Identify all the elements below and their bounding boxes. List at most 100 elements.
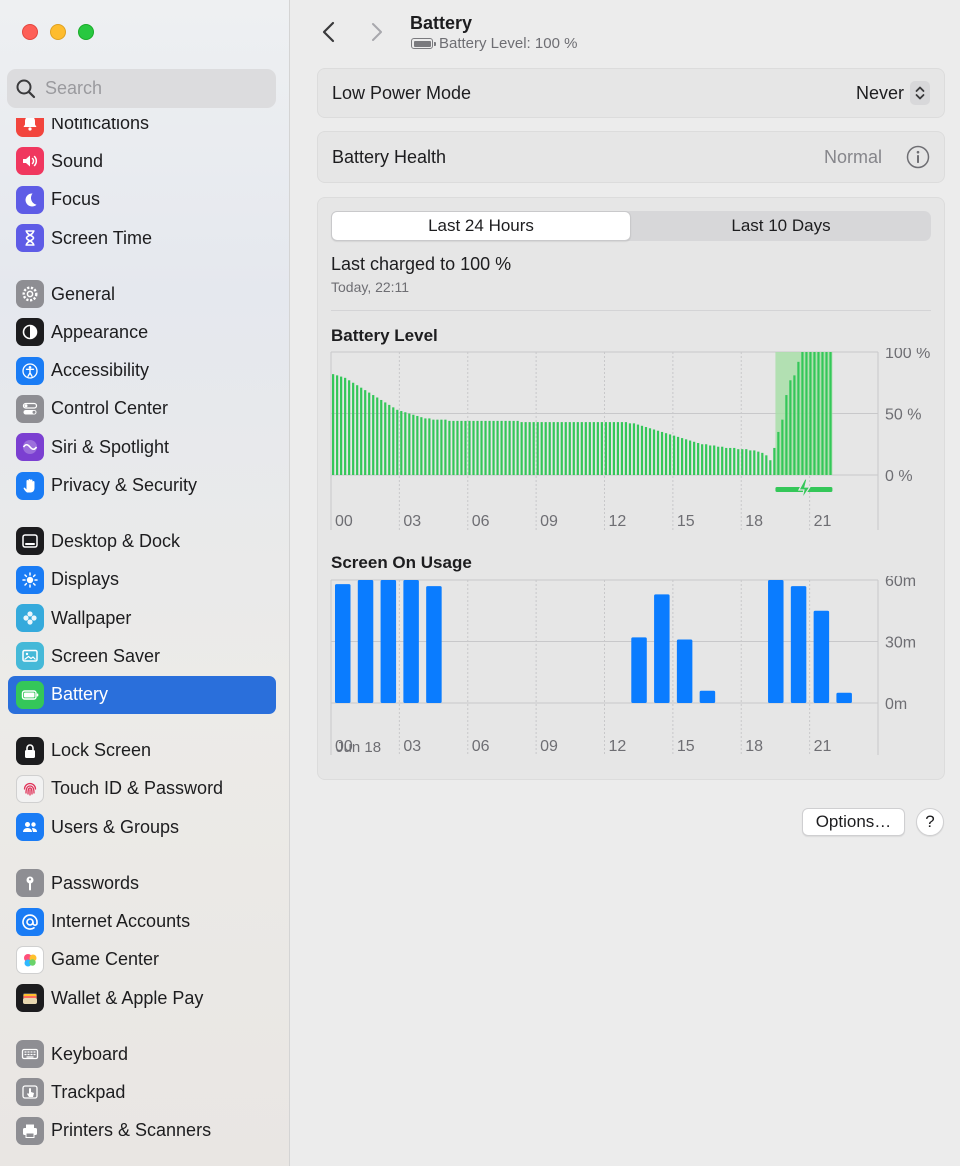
battery-chart-y-tick-label: 100 % [885, 348, 930, 362]
battery-level-bar [528, 422, 531, 475]
battery-level-bar [721, 446, 724, 475]
sidebar-item-touch-id-and-password[interactable]: Touch ID & Password [8, 770, 276, 808]
battery-chart-x-tick-label: 18 [745, 513, 763, 530]
battery-level-bar [588, 422, 591, 475]
battery-level-bar [500, 420, 503, 475]
sidebar-item-displays[interactable]: Displays [8, 561, 276, 599]
minimize-window-button[interactable] [50, 24, 66, 40]
screen-usage-bar [813, 610, 830, 703]
battery-level-bar [560, 422, 563, 475]
battery-level-bar [729, 447, 732, 475]
sidebar-item-desktop-and-dock[interactable]: Desktop & Dock [8, 522, 276, 560]
back-chevron-icon[interactable] [319, 20, 339, 44]
battery-level-bar [412, 414, 415, 475]
gear-icon [16, 280, 44, 309]
sidebar-item-wallpaper[interactable]: Wallpaper [8, 599, 276, 637]
battery-level-text: Battery Level: 100 % [439, 35, 578, 52]
battery-level-bar [689, 440, 692, 475]
sidebar-item-users-and-groups[interactable]: Users & Groups [8, 808, 276, 846]
battery-health-row: Battery Health Normal [317, 131, 945, 183]
zoom-window-button[interactable] [78, 24, 94, 40]
battery-level-bar [472, 420, 475, 475]
sidebar-item-general[interactable]: General [8, 275, 276, 313]
sidebar-item-keyboard[interactable]: Keyboard [8, 1035, 276, 1073]
tab-last-24-hours[interactable]: Last 24 Hours [331, 211, 631, 241]
close-window-button[interactable] [22, 24, 38, 40]
battery-level-bar [676, 436, 680, 475]
battery-level-bar [805, 352, 808, 475]
sidebar-item-label: Printers & Scanners [51, 1120, 212, 1141]
lock-icon [16, 736, 44, 765]
sidebar-item-battery[interactable]: Battery [8, 675, 276, 714]
sidebar-item-appearance[interactable]: Appearance [8, 313, 276, 351]
sidebar-item-label: Wallpaper [51, 607, 132, 628]
forward-chevron-icon[interactable] [367, 20, 387, 44]
users-icon [16, 813, 44, 842]
battery-level-bar [552, 422, 555, 475]
battery-health-value: Normal [823, 146, 882, 167]
battery-level-bar [576, 422, 579, 475]
help-button[interactable]: ? [916, 808, 944, 836]
battery-level-bar [340, 376, 343, 475]
battery-level-bar [356, 385, 359, 475]
battery-level-bar [460, 420, 463, 475]
battery-level-bar [749, 450, 752, 475]
tab-last-10-days[interactable]: Last 10 Days [631, 211, 931, 241]
sidebar-item-lock-screen[interactable]: Lock Screen [8, 732, 276, 770]
moon-icon [16, 185, 44, 214]
dock-icon [16, 527, 44, 556]
battery-level-bar [388, 404, 391, 475]
sidebar-item-sound[interactable]: Sound [8, 142, 276, 180]
page-title: Battery [410, 13, 473, 33]
question-mark-icon: ? [925, 812, 935, 831]
battery-level-chart-title: Battery Level [331, 326, 438, 345]
sidebar-item-control-center[interactable]: Control Center [8, 390, 276, 428]
battery-level-bar [456, 420, 459, 475]
battery-level-bar [640, 425, 644, 475]
sidebar-item-privacy-and-security[interactable]: Privacy & Security [8, 466, 276, 504]
divider [331, 310, 931, 311]
sidebar-item-accessibility[interactable]: Accessibility [8, 351, 276, 389]
sidebar-item-wallet-and-apple-pay[interactable]: Wallet & Apple Pay [8, 979, 276, 1017]
search-input[interactable] [45, 78, 265, 99]
battery-level-bar [753, 450, 756, 475]
sidebar-item-siri-and-spotlight[interactable]: Siri & Spotlight [8, 428, 276, 466]
sidebar-item-trackpad[interactable]: Trackpad [8, 1073, 276, 1111]
battery-level-bar [709, 445, 712, 475]
usage-chart-y-tick-label: 30m [885, 635, 916, 652]
screen-usage-bar [403, 580, 419, 703]
sidebar-item-passwords[interactable]: Passwords [8, 864, 276, 902]
options-button[interactable]: Options… [802, 808, 905, 836]
battery-level-bar [785, 395, 788, 475]
battery-level-bar [777, 431, 780, 475]
sidebar-item-screen-time[interactable]: Screen Time [8, 219, 276, 257]
battery-level-bar [536, 422, 539, 475]
sidebar-item-printers-and-scanners[interactable]: Printers & Scanners [8, 1112, 276, 1150]
low-power-mode-popup[interactable]: Never [856, 81, 930, 105]
battery-chart-x-tick-label: 21 [814, 513, 832, 530]
battery-level-bar [424, 418, 427, 475]
sidebar-item-focus[interactable]: Focus [8, 181, 276, 219]
search-field[interactable] [7, 69, 276, 108]
wallet-icon [16, 984, 44, 1013]
keyboard-icon [16, 1040, 44, 1069]
sidebar-item-internet-accounts[interactable]: Internet Accounts [8, 902, 276, 940]
info-icon[interactable] [906, 145, 930, 169]
sidebar-item-label: Appearance [51, 321, 149, 342]
trackpad-icon [16, 1078, 44, 1107]
usage-chart-x-tick-label: 21 [814, 738, 832, 755]
sidebar-scroll[interactable]: Notifications Sound Focus Screen Time Genera… [0, 118, 289, 1166]
sidebar-item-game-center[interactable]: Game Center [8, 941, 276, 979]
toggles-icon [16, 394, 44, 423]
screen-usage-bar [380, 580, 397, 703]
sidebar-item-notifications[interactable]: Notifications [8, 118, 276, 142]
sidebar-item-label: Sound [51, 150, 104, 171]
sidebar-item-label: Accessibility [51, 360, 150, 381]
battery-level-bar [480, 420, 483, 475]
usage-history-card: Last 24 Hours Last 10 Days Last charged … [317, 197, 945, 780]
battery-level-bar [793, 375, 796, 475]
battery-level-bar [336, 375, 339, 475]
battery-level-bar [564, 422, 567, 475]
battery-level-bar [608, 422, 611, 475]
sidebar-item-screen-saver[interactable]: Screen Saver [8, 637, 276, 675]
